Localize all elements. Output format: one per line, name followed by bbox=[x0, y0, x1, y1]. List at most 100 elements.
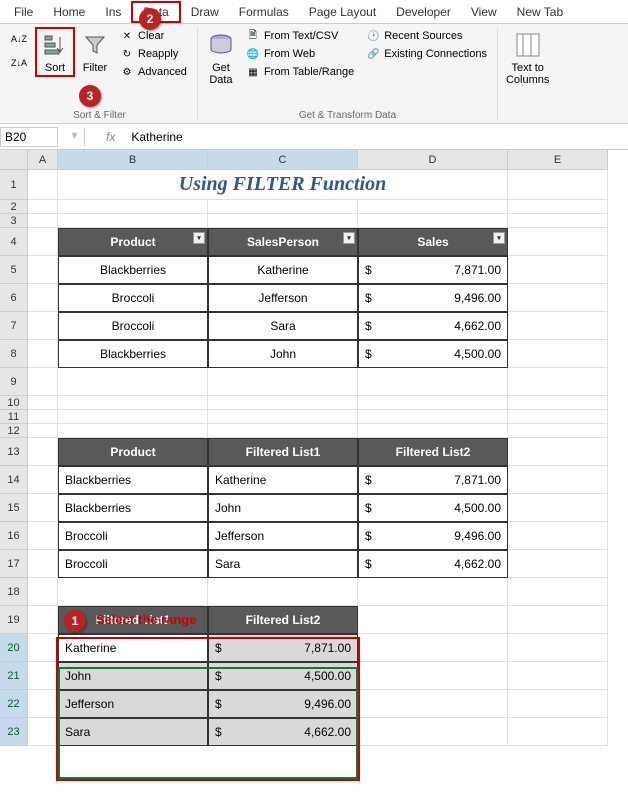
tab-insert[interactable]: Ins bbox=[95, 3, 131, 21]
row-header[interactable]: 18 bbox=[0, 578, 28, 606]
table-header[interactable]: Sales▾ bbox=[358, 228, 508, 256]
row-header[interactable]: 14 bbox=[0, 466, 28, 494]
cell[interactable] bbox=[28, 284, 58, 312]
table-header[interactable]: Filtered List2 bbox=[208, 606, 358, 634]
cell[interactable] bbox=[28, 410, 58, 424]
cell[interactable] bbox=[28, 690, 58, 718]
cell[interactable] bbox=[28, 200, 58, 214]
cell[interactable]: $4,500.00 bbox=[358, 340, 508, 368]
from-web-button[interactable]: 🌐From Web bbox=[242, 46, 358, 62]
cell[interactable] bbox=[358, 718, 508, 746]
cell[interactable] bbox=[358, 578, 508, 606]
cell[interactable] bbox=[358, 410, 508, 424]
cell[interactable] bbox=[508, 718, 608, 746]
cell[interactable] bbox=[28, 368, 58, 396]
cell[interactable]: $7,871.00 bbox=[358, 256, 508, 284]
cell[interactable] bbox=[208, 214, 358, 228]
cell[interactable] bbox=[208, 424, 358, 438]
cell[interactable] bbox=[208, 368, 358, 396]
col-header[interactable]: D bbox=[358, 150, 508, 170]
row-header[interactable]: 9 bbox=[0, 368, 28, 396]
cell[interactable] bbox=[28, 424, 58, 438]
title-cell[interactable]: Using FILTER Function bbox=[58, 170, 508, 200]
cell[interactable]: $4,662.00 bbox=[208, 718, 358, 746]
cell[interactable] bbox=[508, 522, 608, 550]
from-table-range-button[interactable]: ▦From Table/Range bbox=[242, 64, 358, 80]
get-data-button[interactable]: Get Data bbox=[204, 28, 238, 88]
cell[interactable] bbox=[508, 438, 608, 466]
row-header[interactable]: 20 bbox=[0, 634, 28, 662]
cell[interactable]: Jefferson bbox=[58, 690, 208, 718]
cell[interactable]: Katherine bbox=[58, 634, 208, 662]
dropdown-icon[interactable]: ▾ bbox=[71, 128, 77, 146]
cell[interactable] bbox=[508, 550, 608, 578]
cell[interactable] bbox=[508, 340, 608, 368]
cell[interactable]: Katherine bbox=[208, 256, 358, 284]
table-header[interactable]: Product bbox=[58, 438, 208, 466]
tab-file[interactable]: File bbox=[4, 3, 43, 21]
cell[interactable]: $9,496.00 bbox=[358, 522, 508, 550]
cell[interactable] bbox=[508, 228, 608, 256]
cell[interactable]: Jefferson bbox=[208, 522, 358, 550]
cell[interactable] bbox=[28, 578, 58, 606]
cell[interactable] bbox=[208, 578, 358, 606]
filter-dropdown-icon[interactable]: ▾ bbox=[493, 232, 505, 244]
cell[interactable]: Blackberries bbox=[58, 494, 208, 522]
cell[interactable] bbox=[508, 284, 608, 312]
cell[interactable] bbox=[508, 662, 608, 690]
cell[interactable]: Katherine bbox=[208, 466, 358, 494]
col-header[interactable]: B bbox=[58, 150, 208, 170]
row-header[interactable]: 5 bbox=[0, 256, 28, 284]
cell[interactable] bbox=[508, 170, 608, 200]
cell[interactable]: $4,500.00 bbox=[208, 662, 358, 690]
sort-asc-button[interactable]: A↓Z bbox=[8, 28, 30, 50]
cell[interactable] bbox=[508, 410, 608, 424]
name-box[interactable] bbox=[0, 127, 58, 147]
cell[interactable]: $4,662.00 bbox=[358, 312, 508, 340]
row-header[interactable]: 21 bbox=[0, 662, 28, 690]
cell[interactable] bbox=[358, 396, 508, 410]
cell[interactable] bbox=[58, 410, 208, 424]
reapply-button[interactable]: ↻Reapply bbox=[116, 46, 191, 62]
cell[interactable] bbox=[508, 256, 608, 284]
row-header[interactable]: 7 bbox=[0, 312, 28, 340]
tab-draw[interactable]: Draw bbox=[181, 3, 229, 21]
cell[interactable] bbox=[58, 214, 208, 228]
cell[interactable] bbox=[28, 312, 58, 340]
cell[interactable] bbox=[358, 606, 508, 634]
cell[interactable]: Broccoli bbox=[58, 522, 208, 550]
cell[interactable] bbox=[358, 690, 508, 718]
cell[interactable] bbox=[358, 424, 508, 438]
cell[interactable] bbox=[28, 170, 58, 200]
cell[interactable] bbox=[358, 634, 508, 662]
row-header[interactable]: 10 bbox=[0, 396, 28, 410]
filter-button[interactable]: Filter bbox=[78, 28, 112, 76]
cell[interactable] bbox=[58, 424, 208, 438]
table-header[interactable]: SalesPerson▾ bbox=[208, 228, 358, 256]
row-header[interactable]: 4 bbox=[0, 228, 28, 256]
cell[interactable]: Blackberries bbox=[58, 256, 208, 284]
row-header[interactable]: 23 bbox=[0, 718, 28, 746]
cell[interactable] bbox=[208, 396, 358, 410]
cell[interactable] bbox=[508, 200, 608, 214]
table-header[interactable]: Product▾ bbox=[58, 228, 208, 256]
cell[interactable] bbox=[358, 662, 508, 690]
cell[interactable] bbox=[28, 438, 58, 466]
cell[interactable] bbox=[28, 494, 58, 522]
row-header[interactable]: 12 bbox=[0, 424, 28, 438]
row-header[interactable]: 3 bbox=[0, 214, 28, 228]
cell[interactable]: $4,662.00 bbox=[358, 550, 508, 578]
sort-button[interactable]: Sort bbox=[36, 28, 74, 76]
tab-home[interactable]: Home bbox=[43, 3, 95, 21]
fx-icon[interactable]: fx bbox=[98, 130, 123, 144]
cell[interactable]: $9,496.00 bbox=[208, 690, 358, 718]
cell[interactable]: Jefferson bbox=[208, 284, 358, 312]
cell[interactable]: Broccoli bbox=[58, 312, 208, 340]
row-header[interactable]: 22 bbox=[0, 690, 28, 718]
cell[interactable]: John bbox=[58, 662, 208, 690]
cell[interactable] bbox=[58, 368, 208, 396]
filter-dropdown-icon[interactable]: ▾ bbox=[193, 232, 205, 244]
cell[interactable] bbox=[208, 410, 358, 424]
cell[interactable] bbox=[28, 466, 58, 494]
formula-input[interactable]: Katherine bbox=[123, 128, 628, 146]
